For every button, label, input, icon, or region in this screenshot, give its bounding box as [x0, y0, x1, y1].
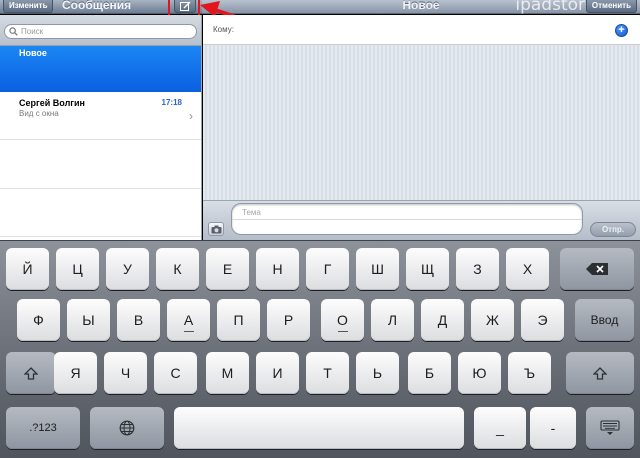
- shift-icon: [593, 367, 607, 380]
- key-letter[interactable]: Д: [421, 299, 464, 341]
- key-letter[interactable]: Ь: [356, 352, 399, 394]
- key-letter[interactable]: Э: [521, 299, 564, 341]
- key-letter[interactable]: Ж: [471, 299, 514, 341]
- list-separator: [0, 236, 201, 237]
- new-message-pane: Кому: + Отпр.: [203, 15, 640, 240]
- key-letter[interactable]: В: [117, 299, 160, 341]
- numbers-key[interactable]: .?123: [6, 407, 80, 449]
- home-key-marker: [337, 331, 348, 332]
- key-letter[interactable]: Й: [6, 248, 49, 290]
- key-letter[interactable]: Н: [256, 248, 299, 290]
- conversation-title: Новое: [19, 48, 47, 58]
- to-label: Кому:: [213, 25, 234, 34]
- backspace-key[interactable]: [560, 248, 634, 290]
- key-letter[interactable]: Е: [206, 248, 249, 290]
- camera-button[interactable]: [208, 222, 224, 236]
- key-letter[interactable]: Ъ: [508, 352, 551, 394]
- chevron-right-icon: ›: [189, 109, 193, 123]
- key-letter[interactable]: Л: [371, 299, 414, 341]
- key-letter[interactable]: Х: [506, 248, 549, 290]
- key-letter-o[interactable]: О: [321, 299, 364, 341]
- key-letter[interactable]: Ю: [458, 352, 501, 394]
- search-bar: [0, 15, 201, 46]
- key-letter[interactable]: Б: [408, 352, 451, 394]
- message-time: 17:18: [161, 98, 182, 107]
- watermark: ipadstor: [515, 0, 585, 15]
- key-letter[interactable]: У: [106, 248, 149, 290]
- key-letter[interactable]: И: [256, 352, 299, 394]
- globe-icon: [119, 420, 135, 436]
- keyboard-hide-icon: [600, 420, 620, 435]
- key-letter[interactable]: Ш: [356, 248, 399, 290]
- recipient-row[interactable]: Кому: +: [203, 15, 640, 45]
- list-separator: [0, 188, 201, 189]
- field-divider: [232, 219, 582, 220]
- key-letter[interactable]: Г: [306, 248, 349, 290]
- key-letter[interactable]: Т: [306, 352, 349, 394]
- add-contact-button[interactable]: +: [615, 24, 628, 37]
- conversation-item-new[interactable]: Новое: [0, 46, 201, 92]
- key-label: О: [337, 312, 348, 328]
- key-letter[interactable]: К: [156, 248, 199, 290]
- subject-input[interactable]: [240, 206, 560, 218]
- search-input[interactable]: [4, 24, 197, 39]
- key-hyphen[interactable]: -: [530, 407, 576, 449]
- shift-icon: [24, 367, 38, 380]
- key-letter[interactable]: П: [217, 299, 260, 341]
- enter-key[interactable]: Ввод: [575, 299, 634, 341]
- key-underscore[interactable]: _: [474, 407, 526, 449]
- search-icon: [9, 27, 18, 36]
- key-letter-a[interactable]: А: [167, 299, 210, 341]
- key-letter[interactable]: Ы: [67, 299, 110, 341]
- compose-bar: Отпр.: [203, 200, 640, 240]
- cancel-button[interactable]: Отменить: [585, 0, 637, 13]
- space-key[interactable]: [174, 407, 464, 449]
- key-letter[interactable]: Я: [54, 352, 97, 394]
- keyboard: Й Ц У К Е Н Г Ш Щ З Х Ф Ы В А П Р О Л Д …: [0, 240, 640, 458]
- key-letter[interactable]: Р: [267, 299, 310, 341]
- message-field[interactable]: [231, 203, 583, 235]
- key-label: А: [183, 312, 194, 328]
- contact-name: Сергей Волгин: [19, 98, 85, 108]
- backspace-icon: [586, 263, 608, 275]
- key-letter[interactable]: Ф: [17, 299, 60, 341]
- conversation-item[interactable]: Сергей Волгин 17:18 Вид с окна ›: [0, 92, 201, 140]
- hide-keyboard-key[interactable]: [586, 407, 634, 449]
- conversation-list: Новое Сергей Волгин 17:18 Вид с окна ›: [0, 15, 202, 240]
- key-letter[interactable]: Щ: [406, 248, 449, 290]
- send-button[interactable]: Отпр.: [590, 222, 636, 237]
- key-letter[interactable]: С: [154, 352, 197, 394]
- key-letter[interactable]: Ч: [104, 352, 147, 394]
- edit-button[interactable]: Изменить: [3, 0, 54, 13]
- shift-key-left[interactable]: [6, 352, 56, 394]
- camera-icon: [211, 225, 222, 234]
- key-letter[interactable]: М: [206, 352, 249, 394]
- shift-key-right[interactable]: [566, 352, 634, 394]
- globe-key[interactable]: [90, 407, 164, 449]
- message-preview: Вид с окна: [19, 109, 59, 118]
- messages-title: Сообщения: [62, 0, 132, 12]
- key-letter[interactable]: Ц: [56, 248, 99, 290]
- plus-circle-icon: +: [618, 24, 625, 36]
- key-letter[interactable]: З: [456, 248, 499, 290]
- home-key-marker: [183, 331, 194, 332]
